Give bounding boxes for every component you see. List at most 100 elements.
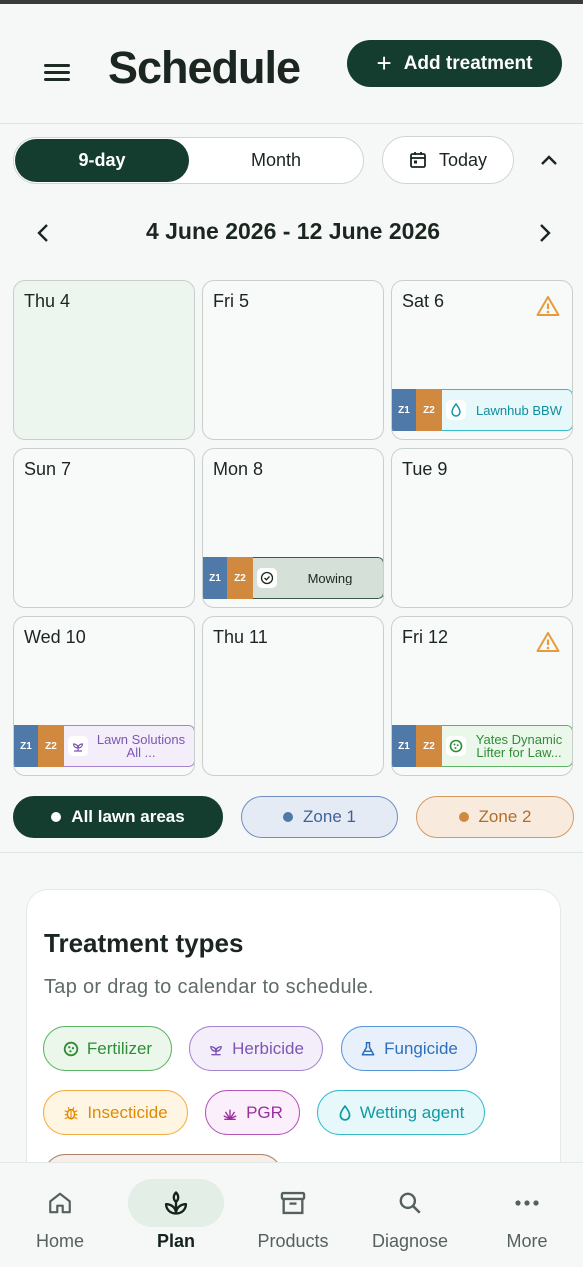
divider <box>0 852 583 853</box>
day-label: Mon 8 <box>213 459 264 479</box>
card-subtitle: Tap or drag to calendar to schedule. <box>44 976 374 998</box>
chip-label: All lawn areas <box>71 807 185 826</box>
date-range-title: 4 June 2026 - 12 June 2026 <box>145 218 441 244</box>
treatment-type-label: Fungicide <box>384 1038 458 1058</box>
treatment-type-label: Wetting agent <box>359 1102 465 1122</box>
pgr-icon <box>223 1109 237 1120</box>
app-header: Schedule + Add treatment <box>0 4 583 124</box>
menu-icon[interactable] <box>44 64 72 86</box>
dot-icon <box>458 812 469 822</box>
scheduled-treatment[interactable]: Z1 Z2 Lawnhub BBW <box>392 389 572 431</box>
nav-plan[interactable]: Plan <box>118 1163 234 1267</box>
treatment-name: Lawnhub BBW <box>476 403 562 417</box>
nav-more[interactable]: More <box>469 1163 583 1267</box>
zone-1-tag: Z1 <box>203 557 227 599</box>
day-cell-mon-8[interactable]: Mon 8 Z1 Z2 Mowing <box>202 448 384 608</box>
view-toggle: 9-day Month <box>13 137 364 184</box>
chevron-up-icon <box>541 155 557 165</box>
zone-2-tag: Z2 <box>38 725 64 767</box>
day-cell-tue-9[interactable]: Tue 9 <box>391 448 573 608</box>
treatment-type-wetting-agent[interactable]: Wetting agent <box>317 1090 485 1135</box>
treatment-type-label: Insecticide <box>87 1102 168 1122</box>
add-treatment-button[interactable]: + Add treatment <box>347 40 562 87</box>
treatment-type-fungicide[interactable]: Fungicide <box>341 1026 477 1071</box>
day-label: Tue 9 <box>402 459 448 479</box>
dot-icon <box>283 812 294 822</box>
wetting-agent-icon <box>446 400 466 420</box>
filter-zone-2[interactable]: Zone 2 <box>416 796 574 838</box>
treatment-type-insecticide[interactable]: Insecticide <box>43 1090 188 1135</box>
chip-label: Zone 1 <box>303 807 356 826</box>
day-label: Sat 6 <box>402 291 445 311</box>
zone-2-tag: Z2 <box>416 725 442 767</box>
fungicide-icon <box>361 1041 375 1055</box>
treatment-name: Yates Dynamic Lifter for Law... <box>475 733 563 759</box>
warning-icon <box>536 632 560 652</box>
mowing-check-icon <box>257 568 277 588</box>
day-cell-sat-6[interactable]: Sat 6 Z1 Z2 Lawnhub BBW <box>391 280 573 440</box>
treatment-type-label: Fertilizer <box>86 1038 153 1058</box>
nav-diagnose[interactable]: Diagnose <box>352 1163 468 1267</box>
scheduled-treatment[interactable]: Z1 Z2 Mowing <box>203 557 383 599</box>
day-cell-fri-12[interactable]: Fri 12 Z1 Z2 Yates Dynamic Lifter for La… <box>391 616 573 776</box>
treatment-name: Mowing <box>307 571 353 585</box>
day-cell-fri-5[interactable]: Fri 5 <box>202 280 384 440</box>
warning-icon <box>536 296 560 316</box>
herbicide-icon <box>210 1045 222 1055</box>
day-label: Fri 5 <box>213 291 249 311</box>
zone-1-tag: Z1 <box>392 725 416 767</box>
day-label: Fri 12 <box>402 627 449 647</box>
plant-icon <box>164 1191 188 1215</box>
treatment-type-label: Herbicide <box>232 1038 304 1058</box>
day-cell-thu-11[interactable]: Thu 11 <box>202 616 384 776</box>
chevron-left-icon <box>37 224 48 242</box>
day-cell-thu-4[interactable]: Thu 4 <box>13 280 195 440</box>
filter-zone-1[interactable]: Zone 1 <box>241 796 398 838</box>
zone-2-tag: Z2 <box>416 389 442 431</box>
treatment-type-fertilizer[interactable]: Fertilizer <box>43 1026 172 1071</box>
add-treatment-label: Add treatment <box>403 52 533 74</box>
wetting-agent-icon <box>339 1104 351 1121</box>
today-label: Today <box>438 149 488 170</box>
day-label: Wed 10 <box>24 627 86 647</box>
day-label: Thu 11 <box>213 627 268 647</box>
day-cell-wed-10[interactable]: Wed 10 Z1 Z2 Lawn Solutions All ... <box>13 616 195 776</box>
nav-label: Home <box>35 1231 84 1251</box>
zone-1-tag: Z1 <box>14 725 38 767</box>
bottom-navigation: Home Plan Products Diagnose More <box>0 1162 583 1267</box>
archive-box-icon <box>280 1191 306 1215</box>
collapse-calendar-button[interactable] <box>532 145 566 175</box>
nav-label: More <box>506 1231 548 1251</box>
calendar-icon <box>410 152 426 168</box>
day-label: Sun 7 <box>24 459 72 479</box>
treatment-name: Lawn Solutions All ... <box>96 733 186 759</box>
treatment-type-herbicide[interactable]: Herbicide <box>189 1026 323 1071</box>
scheduled-treatment[interactable]: Z1 Z2 Lawn Solutions All ... <box>14 725 194 767</box>
view-month-button[interactable]: Month <box>189 139 363 182</box>
insecticide-icon <box>64 1106 78 1119</box>
nav-home[interactable]: Home <box>2 1163 118 1267</box>
chip-label: Zone 2 <box>478 807 532 826</box>
today-button[interactable]: Today <box>382 136 514 184</box>
treatment-type-label: PGR <box>246 1102 283 1122</box>
page-title: Schedule <box>108 42 301 93</box>
dot-icon <box>51 812 62 822</box>
nav-products[interactable]: Products <box>235 1163 351 1267</box>
chevron-right-icon <box>540 224 551 242</box>
home-icon <box>49 1192 71 1214</box>
more-dots-icon <box>515 1200 539 1206</box>
fertilizer-icon <box>63 1041 79 1056</box>
view-9-day-button[interactable]: 9-day <box>15 139 189 182</box>
scheduled-treatment[interactable]: Z1 Z2 Yates Dynamic Lifter for Law... <box>392 725 572 767</box>
day-label: Thu 4 <box>24 291 71 311</box>
zone-2-tag: Z2 <box>227 557 253 599</box>
previous-range-button[interactable] <box>28 218 58 248</box>
treatment-type-pgr[interactable]: PGR <box>205 1090 300 1135</box>
herbicide-icon <box>68 736 88 756</box>
zone-1-tag: Z1 <box>392 389 416 431</box>
filter-all-lawn-areas[interactable]: All lawn areas <box>13 796 223 838</box>
nav-label: Products <box>257 1231 329 1251</box>
card-title: Treatment types <box>44 928 244 958</box>
next-range-button[interactable] <box>530 218 560 248</box>
day-cell-sun-7[interactable]: Sun 7 <box>13 448 195 608</box>
